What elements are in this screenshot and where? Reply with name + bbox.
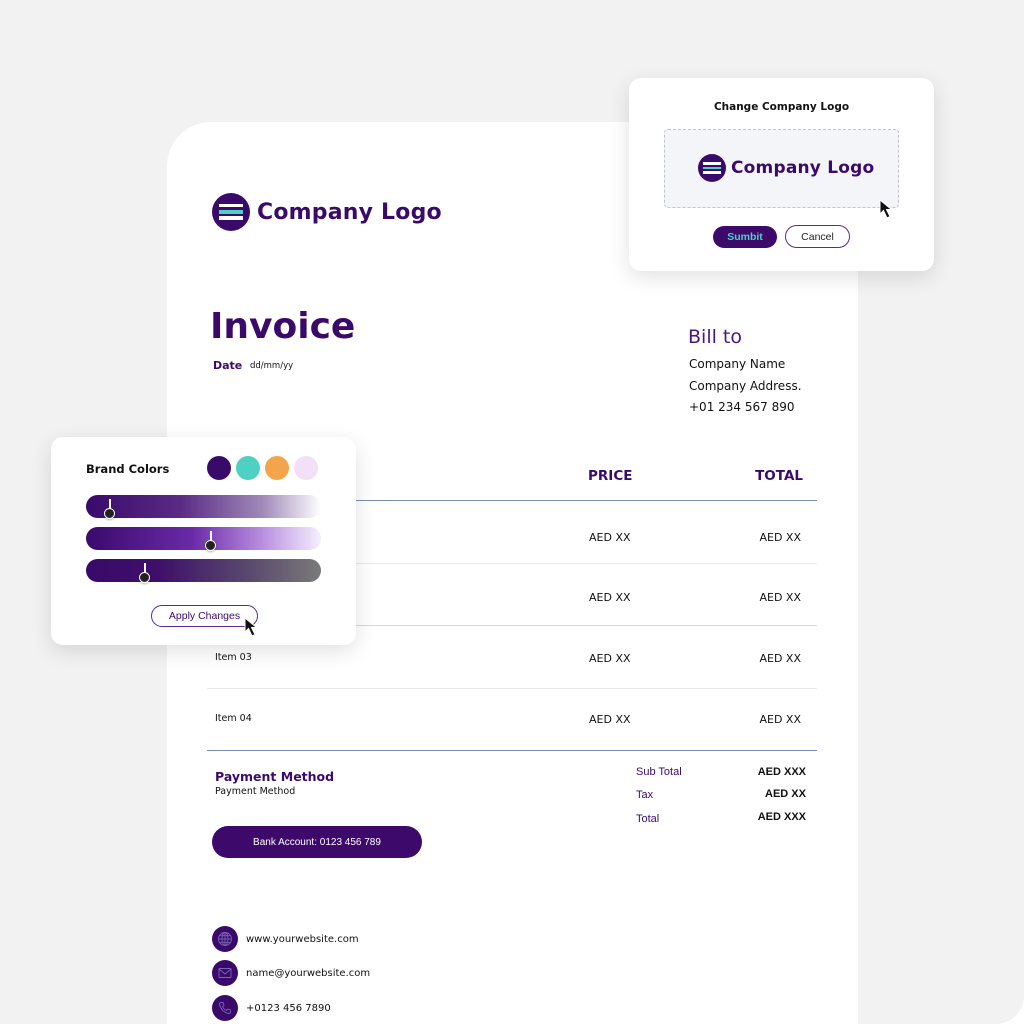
row-total: AED XX xyxy=(759,652,801,665)
bill-to-company-name: Company Name xyxy=(689,357,786,371)
date-label: Date xyxy=(213,359,243,372)
mouse-cursor-icon xyxy=(879,199,893,219)
brand-colors-title: Brand Colors xyxy=(86,462,170,476)
mail-icon xyxy=(212,960,238,986)
row-price: AED XX xyxy=(589,591,631,604)
brand-colors-panel: Brand Colors Apply Changes xyxy=(51,437,356,645)
row-total: AED XX xyxy=(759,713,801,726)
tax-value: AED XX xyxy=(765,788,806,800)
header-total: TOTAL xyxy=(755,468,803,484)
dialog-title: Change Company Logo xyxy=(713,101,850,113)
shade-slider-thumb[interactable] xyxy=(138,572,150,583)
color-swatch[interactable] xyxy=(207,456,231,480)
color-swatch[interactable] xyxy=(236,456,260,480)
row-item: Item 04 xyxy=(215,713,252,724)
tax-label: Tax xyxy=(636,789,654,801)
contact-website: www.yourwebsite.com xyxy=(212,926,359,952)
apply-changes-button[interactable]: Apply Changes xyxy=(151,605,258,627)
row-divider xyxy=(207,688,817,689)
logo-preview: Company Logo xyxy=(698,154,874,182)
row-price: AED XX xyxy=(589,652,631,665)
row-price: AED XX xyxy=(589,531,631,544)
cancel-button[interactable]: Cancel xyxy=(785,225,850,248)
contact-email: name@yourwebsite.com xyxy=(212,960,370,986)
logo-mark-icon xyxy=(212,193,250,231)
bill-to-phone: +01 234 567 890 xyxy=(689,400,795,414)
total-value: AED XXX xyxy=(757,811,806,823)
color-swatch[interactable] xyxy=(265,456,289,480)
bill-to-title: Bill to xyxy=(688,326,742,348)
company-logo: Company Logo xyxy=(212,193,442,231)
mouse-cursor-icon xyxy=(244,617,258,637)
opacity-slider-thumb[interactable] xyxy=(103,508,115,519)
opacity-slider[interactable] xyxy=(86,495,321,518)
change-logo-dialog: Change Company Logo Company Logo Sumbit … xyxy=(629,78,934,271)
logo-mark-icon xyxy=(698,154,726,182)
email-text: name@yourwebsite.com xyxy=(246,967,371,979)
globe-icon xyxy=(212,926,238,952)
logo-preview-text: Company Logo xyxy=(731,158,875,178)
date-value: dd/mm/yy xyxy=(250,361,294,371)
table-bottom-divider xyxy=(207,750,817,751)
subtotal-value: AED XXX xyxy=(757,766,806,778)
row-total: AED XX xyxy=(759,591,801,604)
contact-phone: +0123 456 7890 xyxy=(212,995,331,1021)
subtotal-label: Sub Total xyxy=(636,766,682,778)
row-total: AED XX xyxy=(759,531,801,544)
tint-slider-thumb[interactable] xyxy=(204,540,216,551)
logo-text: Company Logo xyxy=(257,199,442,225)
website-text: www.yourwebsite.com xyxy=(246,933,359,945)
color-swatch[interactable] xyxy=(294,456,318,480)
phone-text: +0123 456 7890 xyxy=(246,1002,331,1014)
payment-method-title: Payment Method xyxy=(215,769,335,784)
shade-slider[interactable] xyxy=(86,559,321,582)
row-price: AED XX xyxy=(589,713,631,726)
phone-icon xyxy=(212,995,238,1021)
payment-method-value: Payment Method xyxy=(215,786,296,797)
invoice-title: Invoice xyxy=(210,306,356,347)
tint-slider[interactable] xyxy=(86,527,321,550)
row-item: Item 03 xyxy=(215,652,252,663)
total-label: Total xyxy=(636,813,660,825)
bank-account-badge: Bank Account: 0123 456 789 xyxy=(212,826,422,858)
bill-to-address: Company Address. xyxy=(689,379,802,393)
header-price: PRICE xyxy=(588,468,633,484)
submit-button[interactable]: Sumbit xyxy=(713,226,777,248)
